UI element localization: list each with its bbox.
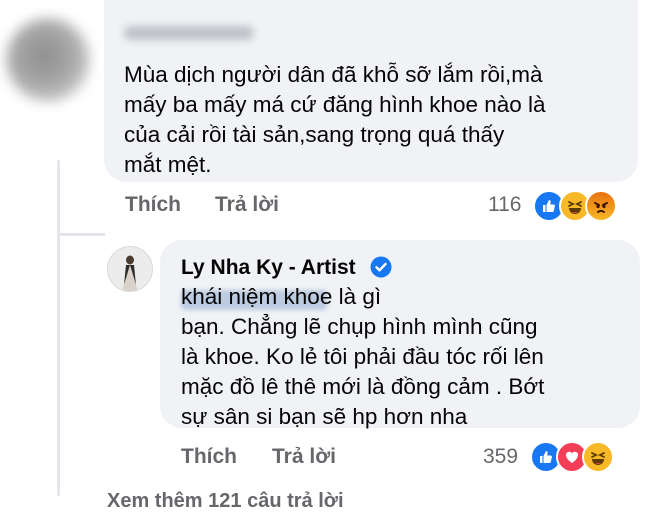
reply-like-link[interactable]: Thích	[181, 445, 237, 469]
commenter-avatar-blurred[interactable]	[6, 18, 90, 102]
angry-icon	[585, 190, 617, 222]
haha-icon	[582, 441, 614, 473]
like-link[interactable]: Thích	[125, 193, 181, 217]
reply-author-name[interactable]: Ly Nha Ky - Artist	[181, 256, 356, 280]
commenter-name-blurred[interactable]	[124, 26, 254, 40]
verified-badge-icon	[370, 256, 392, 278]
thread-connector	[57, 233, 105, 236]
thread-line	[57, 160, 60, 496]
artist-avatar[interactable]	[107, 246, 153, 292]
reply-link[interactable]: Trả lời	[215, 193, 279, 217]
view-more-replies-link[interactable]: Xem thêm 121 câu trả lời	[107, 490, 344, 513]
reply-text: khái niệm khoe là gì bạn. Chẳng lẽ chụp …	[181, 284, 545, 429]
reaction-count[interactable]: 116	[488, 193, 521, 217]
reply-reaction-count[interactable]: 359	[483, 445, 518, 469]
reaction-summary[interactable]	[533, 190, 617, 222]
comment-text: Mùa dịch người dân đã khỗ sỡ lắm rồi,mà …	[124, 62, 546, 177]
reply-reply-link[interactable]: Trả lời	[272, 445, 336, 469]
reply-reaction-summary[interactable]	[530, 441, 614, 473]
